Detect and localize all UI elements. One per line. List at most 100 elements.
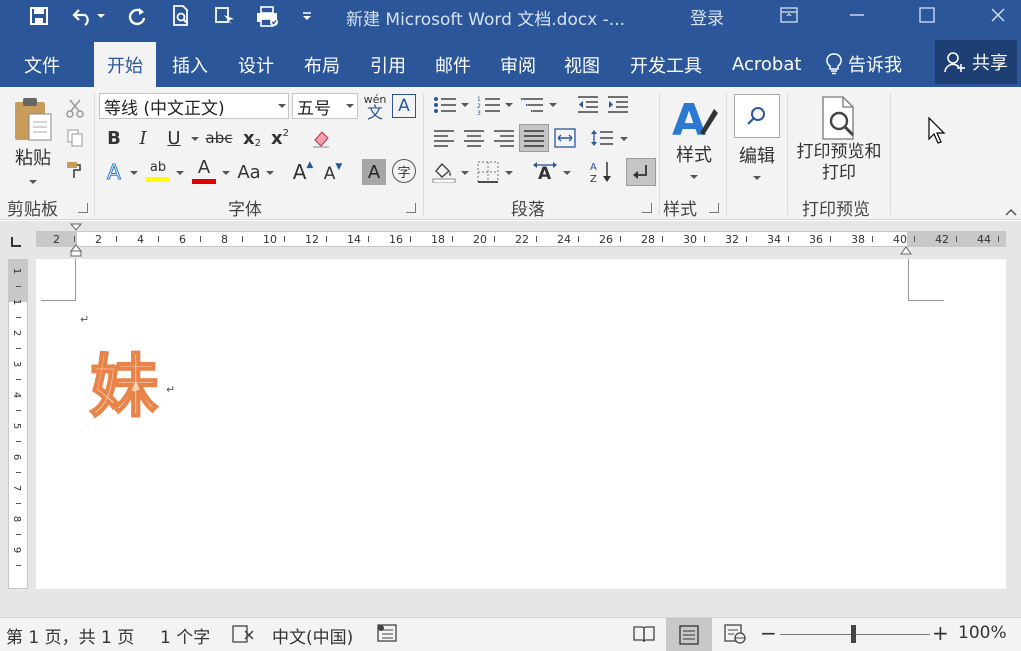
zoom-slider-thumb[interactable] bbox=[851, 625, 856, 643]
tab-mailings[interactable]: 邮件 bbox=[423, 42, 483, 87]
tab-acrobat[interactable]: Acrobat bbox=[720, 42, 813, 87]
tab-view[interactable]: 视图 bbox=[552, 42, 612, 87]
highlight-button[interactable]: ab bbox=[144, 157, 172, 185]
multilevel-list-icon[interactable] bbox=[518, 93, 548, 117]
multilevel-dropdown-icon[interactable] bbox=[549, 103, 557, 107]
align-right-icon[interactable] bbox=[490, 125, 518, 151]
paragraph-launcher-icon[interactable] bbox=[642, 203, 652, 213]
font-launcher-icon[interactable] bbox=[406, 203, 416, 213]
change-case-dropdown-icon[interactable] bbox=[266, 171, 274, 175]
underline-button[interactable]: U bbox=[162, 125, 186, 151]
font-size-dropdown[interactable]: 五号 bbox=[292, 93, 358, 119]
superscript-button[interactable]: x2 bbox=[268, 125, 292, 151]
styles-button[interactable]: A 样式 bbox=[664, 91, 724, 183]
tab-file[interactable]: 文件 bbox=[12, 42, 72, 87]
document-page[interactable]: ↵ 妹 ↵ bbox=[36, 259, 1006, 589]
decrease-indent-icon[interactable] bbox=[574, 93, 602, 117]
shrink-font-button[interactable]: A ▼ bbox=[320, 161, 346, 187]
document-text[interactable]: 妹 bbox=[89, 331, 159, 430]
ribbon-display-options-icon[interactable] bbox=[766, 0, 812, 30]
cut-icon[interactable] bbox=[62, 95, 88, 121]
asian-layout-icon[interactable]: A bbox=[530, 159, 560, 185]
undo-dropdown-icon[interactable] bbox=[92, 2, 110, 30]
show-paragraph-marks-icon[interactable] bbox=[626, 158, 656, 186]
first-line-indent-marker[interactable] bbox=[69, 223, 83, 261]
numbering-dropdown-icon[interactable] bbox=[505, 103, 513, 107]
paste-dropdown-icon[interactable] bbox=[29, 180, 37, 184]
tab-developer[interactable]: 开发工具 bbox=[618, 42, 714, 87]
distributed-icon[interactable] bbox=[552, 125, 578, 151]
borders-icon[interactable] bbox=[474, 159, 502, 185]
text-effects-dropdown-icon[interactable] bbox=[130, 171, 138, 175]
proofing-icon[interactable] bbox=[232, 625, 254, 648]
align-left-icon[interactable] bbox=[430, 125, 458, 151]
format-painter-icon[interactable] bbox=[62, 157, 88, 183]
word-count[interactable]: 1 个字 bbox=[160, 623, 210, 648]
asian-layout-dropdown-icon[interactable] bbox=[563, 171, 571, 175]
language-indicator[interactable]: 中文(中国) bbox=[272, 623, 353, 648]
character-border-button[interactable]: A bbox=[392, 94, 416, 118]
clipboard-launcher-icon[interactable] bbox=[78, 203, 88, 213]
change-case-button[interactable]: Aa bbox=[234, 159, 264, 185]
align-center-icon[interactable] bbox=[460, 125, 488, 151]
sort-icon[interactable]: AZ bbox=[588, 159, 614, 185]
strikethrough-button[interactable]: abc bbox=[204, 125, 234, 151]
tab-design[interactable]: 设计 bbox=[226, 42, 286, 87]
bullets-dropdown-icon[interactable] bbox=[461, 103, 469, 107]
bold-button[interactable]: B bbox=[102, 125, 126, 151]
borders-dropdown-icon[interactable] bbox=[505, 171, 513, 175]
underline-dropdown-icon[interactable] bbox=[191, 137, 199, 141]
collapse-ribbon-icon[interactable] bbox=[1005, 201, 1017, 220]
shading-dropdown-icon[interactable] bbox=[461, 171, 469, 175]
sign-in-link[interactable]: 登录 bbox=[690, 4, 724, 29]
phonetic-guide-button[interactable]: wén 文 bbox=[361, 91, 389, 123]
font-color-dropdown-icon[interactable] bbox=[222, 171, 230, 175]
print-preview-icon[interactable] bbox=[166, 2, 196, 30]
share-button[interactable]: 共享 bbox=[935, 40, 1017, 84]
maximize-icon[interactable] bbox=[904, 0, 950, 30]
print-layout-icon[interactable] bbox=[666, 618, 712, 651]
zoom-level[interactable]: 100% bbox=[958, 623, 1007, 643]
page-count[interactable]: 第 1 页，共 1 页 bbox=[6, 623, 134, 648]
close-icon[interactable] bbox=[975, 0, 1021, 30]
text-effects-button[interactable]: A bbox=[102, 159, 126, 185]
editing-button[interactable]: 编辑 bbox=[730, 91, 784, 183]
font-name-dropdown[interactable]: 等线 (中文正文) bbox=[99, 93, 289, 119]
web-layout-icon[interactable] bbox=[724, 624, 746, 649]
tab-layout[interactable]: 布局 bbox=[292, 42, 352, 87]
styles-launcher-icon[interactable] bbox=[709, 203, 719, 213]
subscript-button[interactable]: x2 bbox=[240, 125, 264, 151]
read-mode-icon[interactable] bbox=[632, 624, 656, 649]
enclose-characters-button[interactable]: 字 bbox=[392, 159, 416, 183]
tab-review[interactable]: 审阅 bbox=[488, 42, 548, 87]
bullets-icon[interactable] bbox=[430, 93, 460, 117]
numbering-icon[interactable]: 123 bbox=[474, 93, 504, 117]
redo-icon[interactable] bbox=[122, 2, 152, 30]
line-spacing-dropdown-icon[interactable] bbox=[620, 137, 628, 141]
font-color-button[interactable]: A bbox=[190, 157, 218, 185]
grow-font-button[interactable]: A ▲ bbox=[290, 159, 316, 185]
justify-icon[interactable] bbox=[519, 124, 549, 152]
character-shading-button[interactable]: A bbox=[362, 159, 386, 185]
printer-icon[interactable] bbox=[252, 2, 282, 30]
macro-recording-icon[interactable] bbox=[377, 624, 399, 649]
customize-qat-icon[interactable] bbox=[296, 2, 318, 30]
clear-formatting-icon[interactable] bbox=[308, 125, 334, 151]
zoom-out-button[interactable]: − bbox=[760, 621, 777, 645]
ruler-strip[interactable]: 2 2 4 6 8 10 12 14 16 18 20 22 24 26 28 30 32 34 36 38 40 42 4… bbox=[36, 231, 1006, 247]
tell-me-search[interactable]: 告诉我 bbox=[826, 51, 902, 77]
save-icon[interactable] bbox=[24, 2, 54, 30]
minimize-icon[interactable] bbox=[834, 0, 880, 30]
tab-references[interactable]: 引用 bbox=[358, 42, 418, 87]
zoom-in-button[interactable]: + bbox=[932, 621, 949, 645]
line-spacing-icon[interactable] bbox=[588, 125, 616, 151]
tab-home[interactable]: 开始 bbox=[94, 42, 156, 87]
tab-insert[interactable]: 插入 bbox=[160, 42, 220, 87]
highlight-dropdown-icon[interactable] bbox=[176, 171, 184, 175]
tab-selector-icon[interactable] bbox=[10, 233, 22, 247]
touch-mode-icon[interactable] bbox=[210, 2, 240, 30]
italic-button[interactable]: I bbox=[132, 125, 154, 151]
copy-icon[interactable] bbox=[62, 125, 88, 151]
shading-icon[interactable] bbox=[430, 159, 458, 185]
print-preview-and-print-button[interactable]: 打印预览和 打印 bbox=[790, 91, 888, 187]
